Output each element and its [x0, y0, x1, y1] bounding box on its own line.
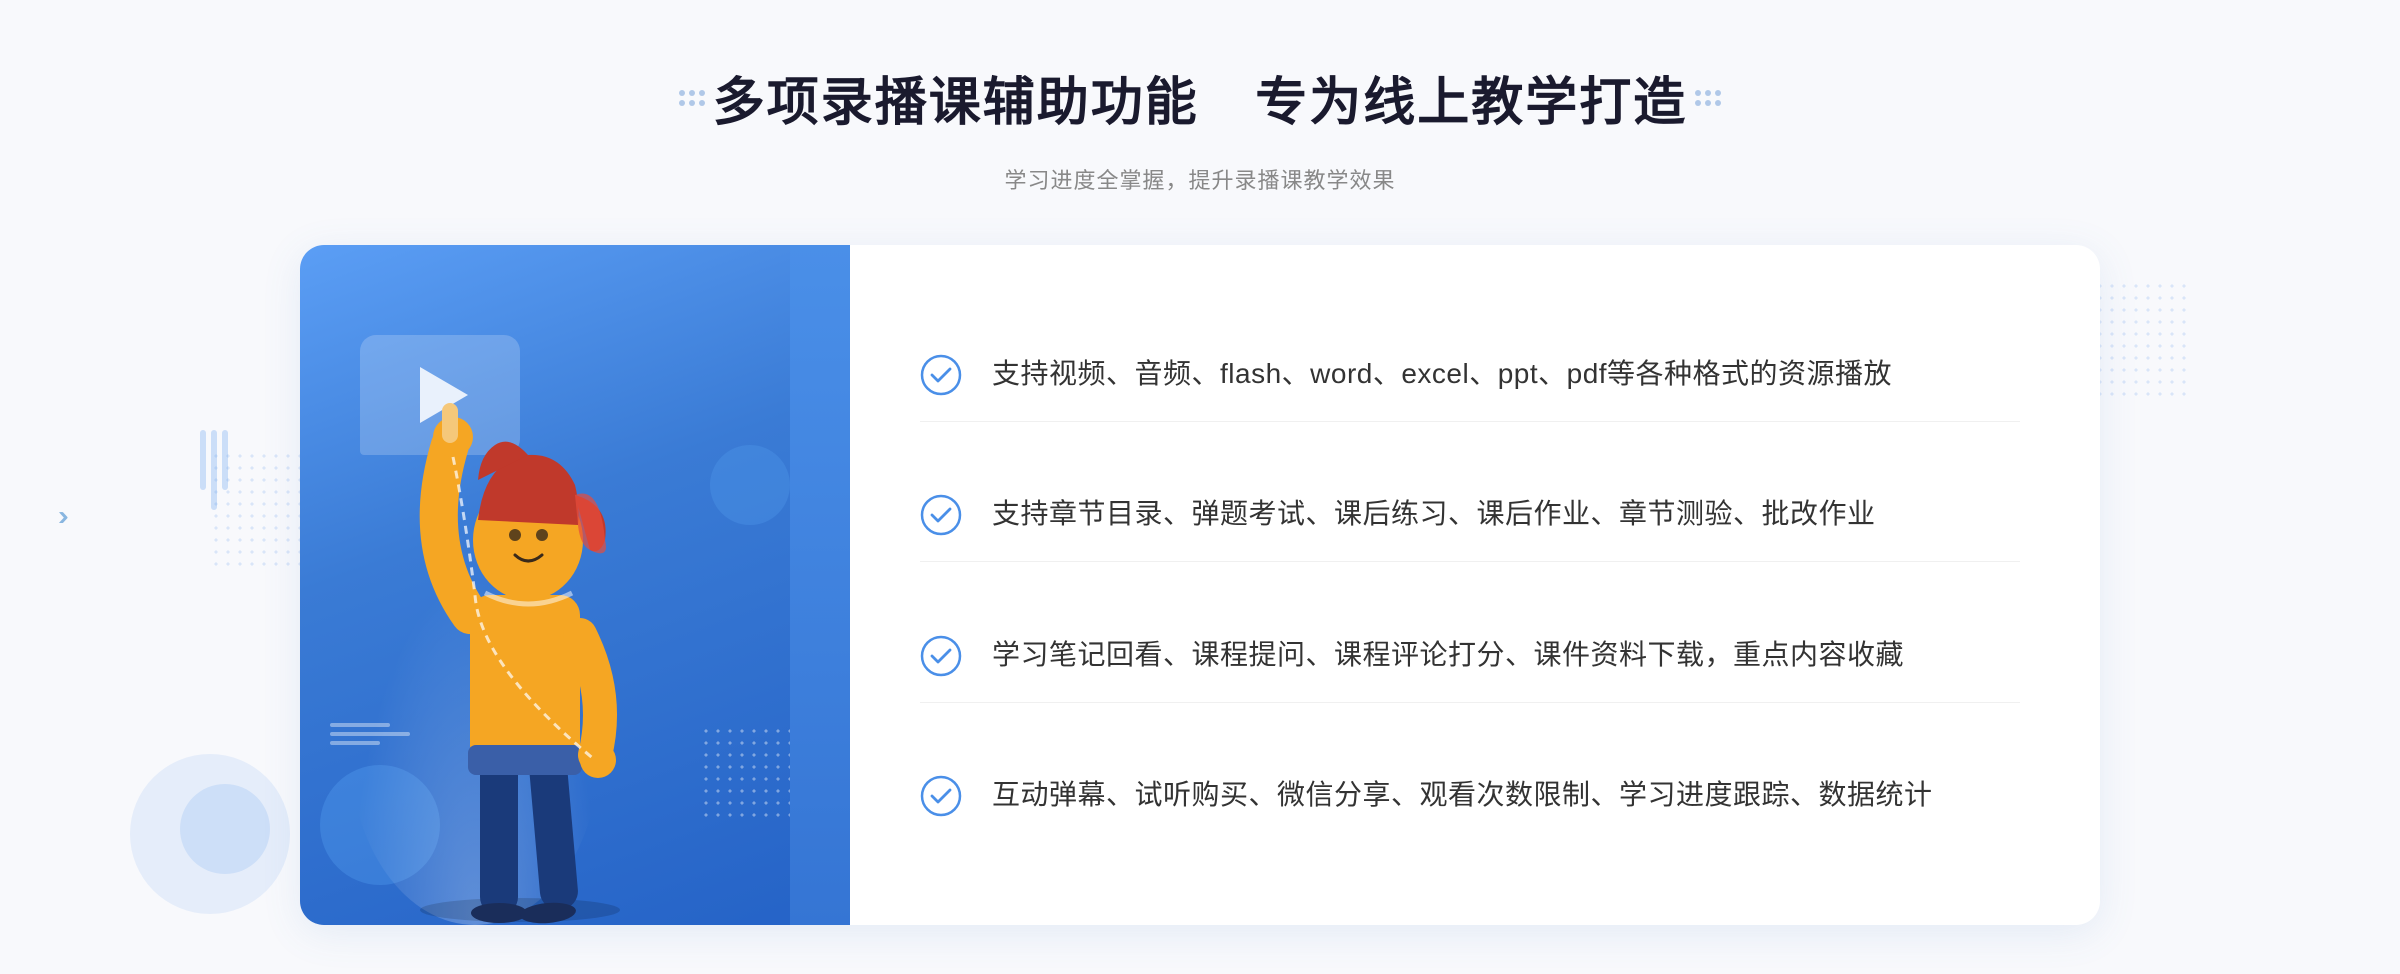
feature-text-2: 支持章节目录、弹题考试、课后练习、课后作业、章节测验、批改作业	[992, 492, 1876, 537]
feature-text-3: 学习笔记回看、课程提问、课程评论打分、课件资料下载，重点内容收藏	[992, 633, 1904, 678]
title-part1: 多项录播课辅助功能	[713, 60, 1199, 135]
feature-item-1: 支持视频、音频、flash、word、excel、ppt、pdf等各种格式的资源…	[920, 328, 2020, 422]
header-section: 多项录播课辅助功能 专为线上教学打造 学习进度全掌握，提升录播课教学效果	[679, 60, 1721, 195]
bg-circle-small	[180, 784, 270, 874]
check-icon-2	[920, 494, 962, 536]
stripe-3	[222, 430, 228, 490]
illus-circle-2	[710, 445, 790, 525]
title-part2: 专为线上教学打造	[1255, 60, 1687, 135]
person-illustration	[380, 365, 660, 925]
content-card: 支持视频、音频、flash、word、excel、ppt、pdf等各种格式的资源…	[300, 245, 2100, 925]
feature-text-4: 互动弹幕、试听购买、微信分享、观看次数限制、学习进度跟踪、数据统计	[992, 773, 1933, 818]
subtitle: 学习进度全掌握，提升录播课教学效果	[679, 163, 1721, 195]
header-dots: 多项录播课辅助功能 专为线上教学打造	[679, 60, 1721, 135]
features-area: 支持视频、音频、flash、word、excel、ppt、pdf等各种格式的资源…	[820, 245, 2100, 925]
illus-dots	[700, 725, 800, 825]
feature-item-4: 互动弹幕、试听购买、微信分享、观看次数限制、学习进度跟踪、数据统计	[920, 749, 2020, 842]
feature-text-1: 支持视频、音频、flash、word、excel、ppt、pdf等各种格式的资源…	[992, 352, 1892, 397]
check-icon-1	[920, 354, 962, 396]
dot-grid-left	[679, 90, 705, 106]
dot-grid-right	[1695, 90, 1721, 106]
stripe-decoration	[200, 430, 228, 510]
accent-bar	[790, 245, 850, 925]
main-title: 多项录播课辅助功能 专为线上教学打造	[713, 60, 1687, 135]
check-icon-3	[920, 635, 962, 677]
stripe-2	[211, 430, 217, 510]
illustration-area	[300, 245, 820, 925]
left-arrow-decoration: ››	[58, 500, 61, 532]
feature-item-2: 支持章节目录、弹题考试、课后练习、课后作业、章节测验、批改作业	[920, 468, 2020, 562]
feature-item-3: 学习笔记回看、课程提问、课程评论打分、课件资料下载，重点内容收藏	[920, 609, 2020, 703]
stripe-1	[200, 430, 206, 490]
page-container: ›› 多项录播课辅助功能 专为线上教学打造 学习进度全掌握，提升录播课教学效果	[0, 0, 2400, 974]
check-icon-4	[920, 775, 962, 817]
